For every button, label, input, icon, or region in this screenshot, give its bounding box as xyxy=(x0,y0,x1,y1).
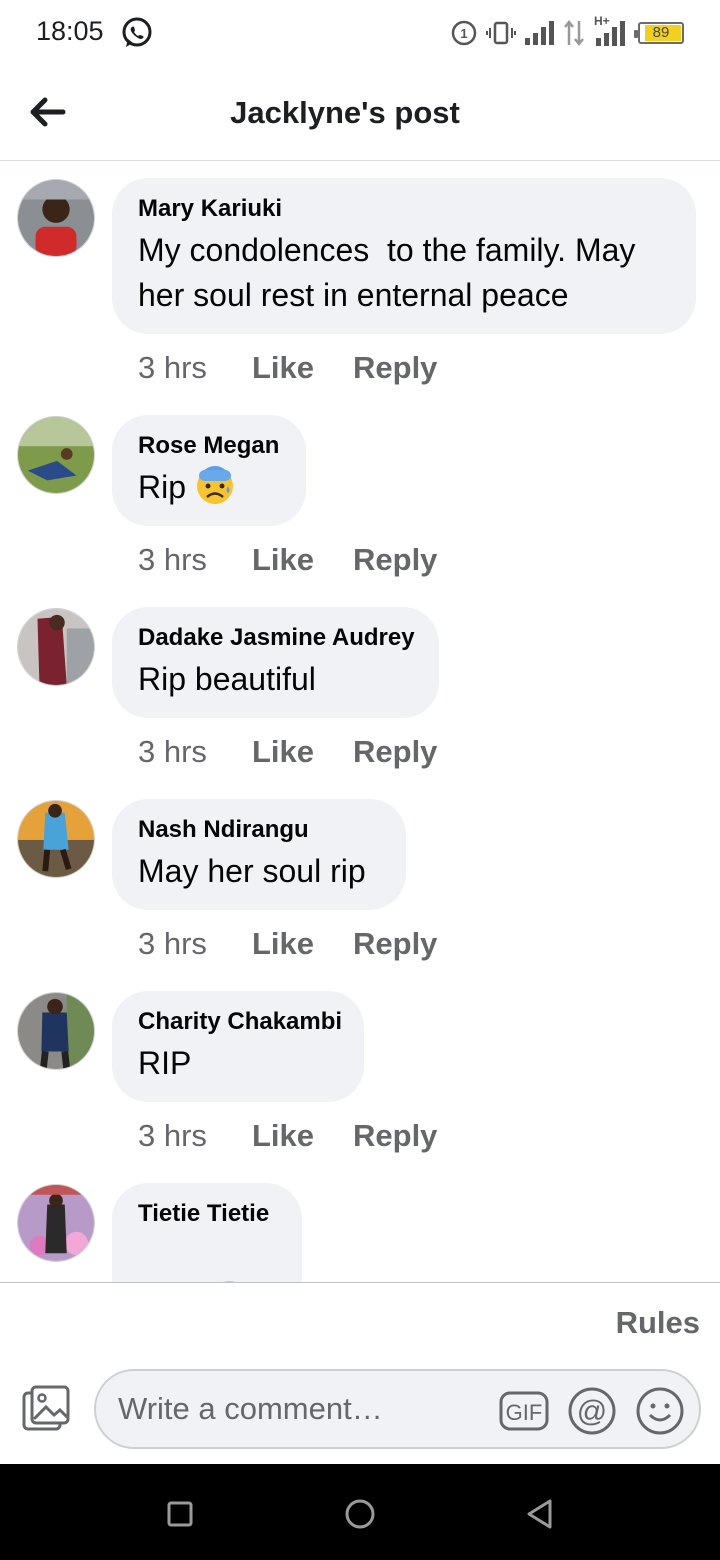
comment-actions: 3 hrs Like Reply xyxy=(138,1118,437,1154)
comment-actions: 3 hrs Like Reply xyxy=(138,734,437,770)
like-button[interactable]: Like xyxy=(252,350,353,386)
comment-composer: Rules Write a comment… GIF @ xyxy=(0,1282,720,1464)
post-header: Jacklyne's post xyxy=(0,66,720,161)
comment-placeholder: Write a comment… xyxy=(118,1391,383,1426)
comments-list[interactable]: Mary Kariuki My condolences to the famil… xyxy=(0,161,720,1282)
svg-text:1: 1 xyxy=(460,26,467,41)
page-title: Jacklyne's post xyxy=(230,95,460,130)
status-bar: 18:05 1 H+ 89 xyxy=(0,0,720,66)
square-icon[interactable] xyxy=(160,1494,200,1534)
reply-button[interactable]: Reply xyxy=(353,542,437,578)
triangle-back-icon[interactable] xyxy=(520,1494,560,1534)
like-button[interactable]: Like xyxy=(252,542,353,578)
smiley-icon[interactable] xyxy=(634,1385,686,1437)
comment-bubble[interactable]: Nash Ndirangu May her soul rip xyxy=(112,799,406,910)
reply-button[interactable]: Reply xyxy=(353,926,437,962)
sim-one-icon: 1 xyxy=(451,20,477,46)
svg-text:@: @ xyxy=(577,1395,607,1428)
like-button[interactable]: Like xyxy=(252,734,353,770)
comment-time[interactable]: 3 hrs xyxy=(138,1118,252,1154)
comment-actions: 3 hrs Like Reply xyxy=(138,350,437,386)
comment-time[interactable]: 3 hrs xyxy=(138,350,252,386)
comment-bubble[interactable]: Charity Chakambi RIP xyxy=(112,991,364,1102)
avatar[interactable] xyxy=(17,608,95,686)
comment-time[interactable]: 3 hrs xyxy=(138,734,252,770)
status-time: 18:05 xyxy=(36,16,104,46)
svg-text:GIF: GIF xyxy=(506,1400,543,1425)
avatar[interactable] xyxy=(17,416,95,494)
reply-button[interactable]: Reply xyxy=(353,350,437,386)
comment-time[interactable]: 3 hrs xyxy=(138,926,252,962)
comment-text: Rip beautiful xyxy=(138,661,316,697)
like-button[interactable]: Like xyxy=(252,1118,353,1154)
comment-text: Rip xyxy=(138,465,279,510)
status-icons: 1 H+ 89 xyxy=(450,14,684,49)
signal-hplus-icon: H+ xyxy=(594,14,628,48)
whatsapp-icon xyxy=(122,17,152,47)
avatar[interactable] xyxy=(17,1184,95,1262)
comment-text: May her soul rip xyxy=(138,853,366,889)
comment-author[interactable]: Mary Kariuki xyxy=(138,194,669,224)
circle-icon[interactable] xyxy=(340,1494,380,1534)
at-sign-icon[interactable]: @ xyxy=(566,1385,618,1437)
comment-time[interactable]: 3 hrs xyxy=(138,542,252,578)
battery-indicator: 89 xyxy=(634,22,684,44)
comment-text: My condolences to the family. May her so… xyxy=(138,232,645,313)
comment-bubble[interactable]: Dadake Jasmine Audrey Rip beautiful xyxy=(112,607,439,718)
signal-icon xyxy=(525,21,554,45)
avatar[interactable] xyxy=(17,800,95,878)
comment-author[interactable]: Nash Ndirangu xyxy=(138,815,379,845)
comment-bubble[interactable]: Mary Kariuki My condolences to the famil… xyxy=(112,178,696,334)
comment-bubble[interactable]: Tietie Tietie xyxy=(112,1183,302,1282)
avatar[interactable] xyxy=(17,179,95,257)
anxious-face-with-sweat-emoji xyxy=(196,466,233,504)
reply-button[interactable]: Reply xyxy=(353,1118,437,1154)
comment-bubble[interactable]: Rose Megan Rip xyxy=(112,415,306,526)
data-arrows-icon xyxy=(564,19,584,47)
comment-actions: 3 hrs Like Reply xyxy=(138,542,437,578)
comment-author[interactable]: Dadake Jasmine Audrey xyxy=(138,623,415,653)
photo-icon[interactable] xyxy=(20,1383,72,1435)
comment-author[interactable]: Charity Chakambi xyxy=(138,1007,342,1037)
comment-text: RIP xyxy=(138,1045,192,1081)
vibrate-icon xyxy=(486,21,516,45)
like-button[interactable]: Like xyxy=(252,926,353,962)
comment-author[interactable]: Rose Megan xyxy=(138,431,279,461)
gif-icon[interactable]: GIF xyxy=(498,1385,550,1437)
comment-actions: 3 hrs Like Reply xyxy=(138,926,437,962)
comment-input[interactable]: Write a comment… GIF @ xyxy=(94,1369,701,1449)
android-nav-bar xyxy=(0,1464,720,1560)
reply-button[interactable]: Reply xyxy=(353,734,437,770)
comment-author[interactable]: Tietie Tietie xyxy=(138,1199,275,1229)
rules-link[interactable]: Rules xyxy=(616,1305,700,1341)
avatar[interactable] xyxy=(17,992,95,1070)
comment-text xyxy=(138,1233,275,1282)
